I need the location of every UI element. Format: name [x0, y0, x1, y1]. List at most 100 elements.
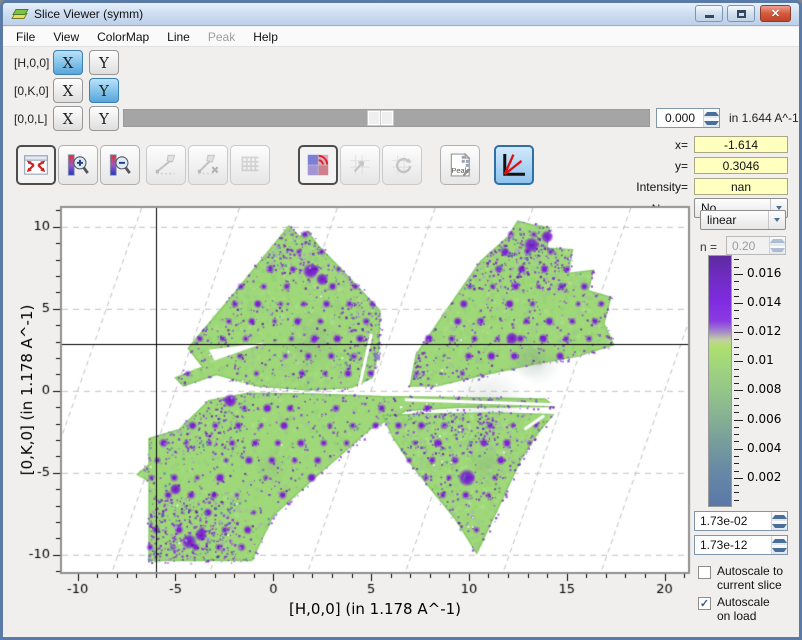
readout-intensity-value: nan [694, 178, 788, 195]
rebin-mode-icon [304, 151, 332, 179]
colorbar-min-spinbox[interactable]: 1.73e-12 [694, 535, 788, 555]
slice-spin-up-button[interactable] [704, 109, 719, 118]
maximize-icon [737, 10, 746, 18]
colorbar-tick [734, 296, 739, 297]
colorbar-min-value[interactable]: 1.73e-12 [695, 536, 771, 554]
colorbar-tick [734, 500, 739, 501]
rebin-current-button [340, 145, 380, 185]
menu-colormap[interactable]: ColorMap [88, 28, 158, 46]
readout-x-label: x= [603, 138, 688, 152]
colorbar-tick [734, 405, 739, 406]
readout-intensity-label: Intensity= [603, 180, 688, 194]
y-axis-title: [0,K,0] (in 1.178 A^-1) [18, 305, 36, 476]
colorbar-tick [734, 347, 739, 348]
colorbar-max-spinbox[interactable]: 1.73e-02 [694, 511, 788, 531]
autoscale-current-label: Autoscale to current slice [717, 564, 792, 592]
menu-file[interactable]: File [7, 28, 44, 46]
colorbar-ticks: 0.0020.0040.0060.0080.010.0120.0140.016 [734, 255, 796, 507]
rebin-current-icon [346, 151, 374, 179]
dim-h00-x-button[interactable]: X [53, 50, 83, 75]
slice-slider-handle[interactable] [368, 111, 394, 125]
close-button[interactable]: ✕ [760, 5, 791, 22]
dim-h00-y-button[interactable]: Y [89, 50, 119, 75]
colorbar-tick [734, 471, 739, 472]
colorbar-tick [734, 478, 743, 479]
clear-line-icon [194, 151, 222, 179]
colorbar-tick [734, 449, 743, 450]
scale-dropdown-arrow-icon [768, 211, 785, 229]
maximize-button[interactable] [727, 5, 755, 22]
peaks-overlay-button[interactable]: Peak [440, 145, 480, 185]
dim-0k0-x-button[interactable]: X [53, 78, 83, 103]
minimize-button[interactable] [695, 5, 723, 22]
autoscale-current-checkbox[interactable] [698, 566, 711, 579]
colorbar-max-value[interactable]: 1.73e-02 [695, 512, 771, 530]
colorbar-tick [734, 332, 743, 333]
slice-units-label: in 1.644 A^-1 [729, 111, 799, 125]
colorbar-tick [734, 434, 739, 435]
readout-y-value: 0.3046 [694, 157, 788, 174]
colorbar-tick-label: 0.014 [747, 295, 781, 309]
power-n-value: 0.20 [727, 237, 769, 254]
dim-0k0-y-button[interactable]: Y [89, 78, 119, 103]
draw-line-icon [152, 151, 180, 179]
colorbar-zoom-in-button[interactable] [58, 145, 98, 185]
minimize-icon [705, 15, 714, 18]
dim-00l-y-button[interactable]: Y [89, 106, 119, 131]
colorbar-tick [734, 325, 739, 326]
max-spin-up-button[interactable] [772, 512, 787, 521]
min-spin-down-button[interactable] [772, 545, 787, 554]
menu-bar: File View ColorMap Line Peak Help [3, 27, 799, 47]
slice-value-spinbox[interactable]: 0.000 [656, 108, 720, 128]
colorbar-tick [734, 318, 739, 319]
draw-line-button [146, 145, 186, 185]
colorbar-tick [734, 485, 739, 486]
plot-canvas[interactable] [24, 200, 700, 600]
colorbar-tick [734, 390, 743, 391]
peaks-overlay-icon: Peak [445, 150, 475, 180]
colorbar-tick [734, 369, 739, 370]
rebin-refresh-button [382, 145, 422, 185]
colorbar-tick-label: 0.016 [747, 266, 781, 280]
colorbar-zoom-out-button[interactable] [100, 145, 140, 185]
colorbar-zoom-in-icon [64, 151, 92, 179]
colorbar-tick [734, 441, 739, 442]
colorbar-tick [734, 383, 739, 384]
colorbar-tick [734, 463, 739, 464]
menu-line[interactable]: Line [158, 28, 199, 46]
zoom-to-fit-button[interactable] [16, 145, 56, 185]
power-n-spin-down-button [770, 246, 785, 255]
slice-spin-down-button[interactable] [704, 118, 719, 127]
window-title: Slice Viewer (symm) [34, 7, 143, 21]
colorbar-tick [734, 267, 739, 268]
power-n-spin-up-button [770, 237, 785, 246]
slice-viewer-window: Slice Viewer (symm) ✕ File View ColorMap… [0, 0, 802, 640]
colorbar-tick [734, 427, 739, 428]
nonorthogonal-axes-button[interactable] [494, 145, 534, 185]
snap-grid-icon [236, 151, 264, 179]
snap-grid-button [230, 145, 270, 185]
clear-line-button [188, 145, 228, 185]
readout-x-value: -1.614 [694, 136, 788, 153]
dim-00l-x-button[interactable]: X [53, 106, 83, 131]
zoom-to-fit-icon [22, 151, 50, 179]
colorbar-zoom-out-icon [106, 151, 134, 179]
rebin-mode-button[interactable] [298, 145, 338, 185]
title-bar[interactable]: Slice Viewer (symm) ✕ [3, 3, 799, 26]
min-spin-up-button[interactable] [772, 536, 787, 545]
colorbar-tick-label: 0.012 [747, 324, 781, 338]
max-spin-down-button[interactable] [772, 521, 787, 530]
autoscale-load-checkbox[interactable]: ✓ [698, 597, 711, 610]
slice-value[interactable]: 0.000 [657, 109, 703, 127]
colorbar-tick [734, 310, 739, 311]
colorbar-tick [734, 412, 739, 413]
slice-slider[interactable] [123, 109, 650, 127]
menu-peak: Peak [199, 28, 244, 46]
colorbar-tick [734, 398, 739, 399]
menu-help[interactable]: Help [244, 28, 287, 46]
rebin-refresh-icon [388, 151, 416, 179]
menu-view[interactable]: View [44, 28, 88, 46]
scale-type-combobox[interactable]: linear [700, 210, 786, 230]
colorbar-tick [734, 420, 743, 421]
app-layers-icon [11, 7, 28, 21]
